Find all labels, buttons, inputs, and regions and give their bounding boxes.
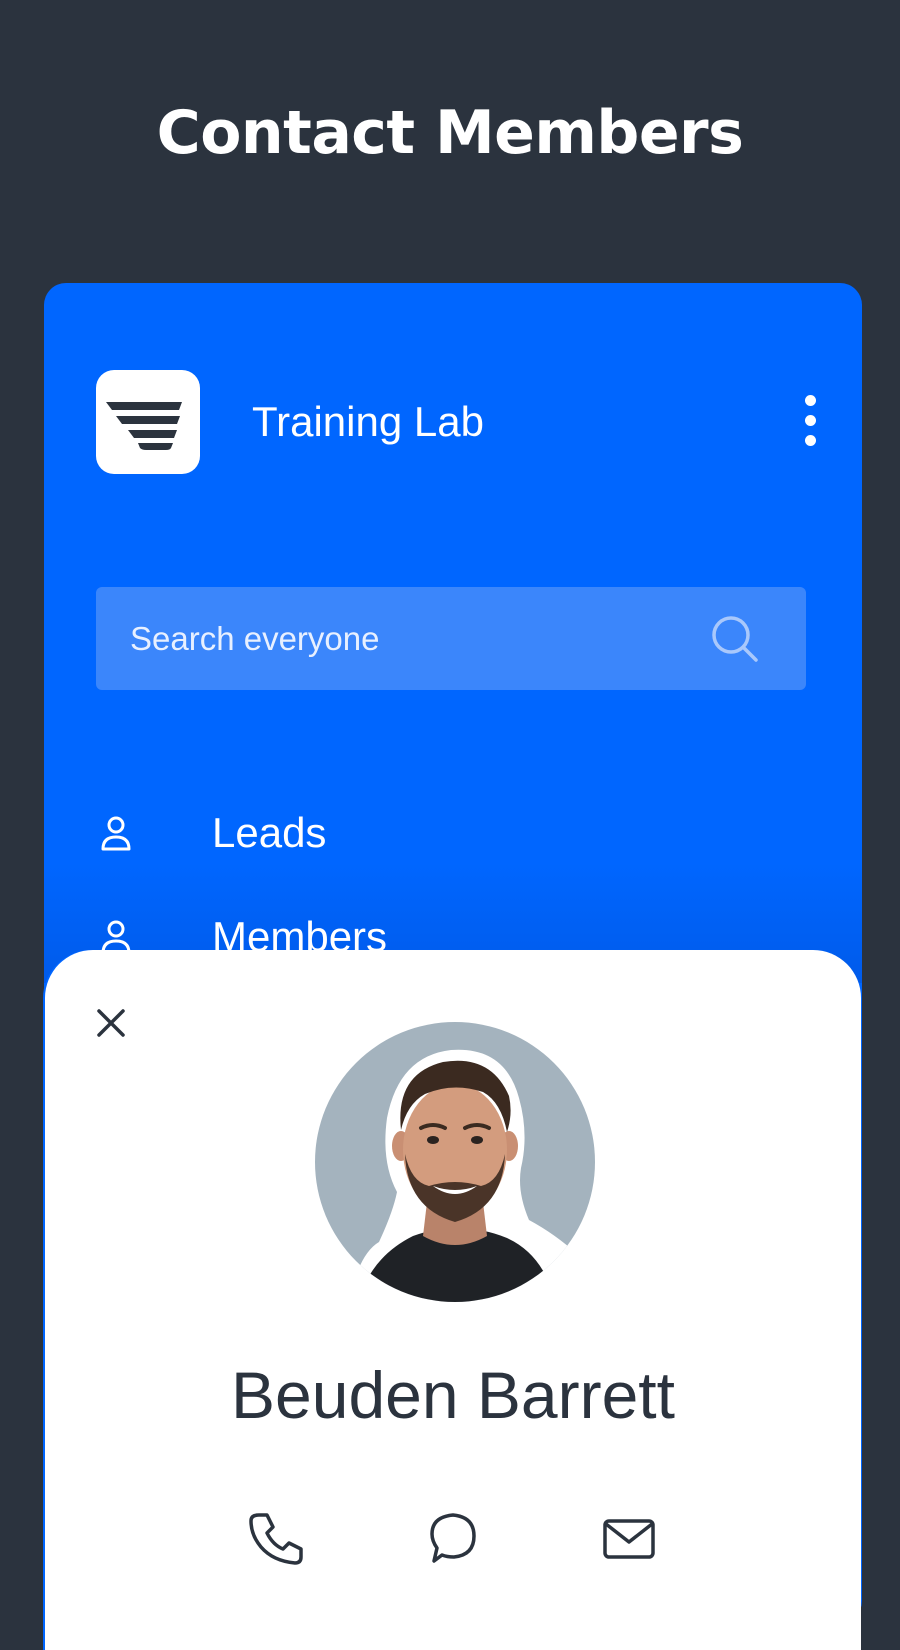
contact-sheet: Beuden Barrett — [45, 950, 861, 1650]
phone-icon — [249, 1513, 303, 1565]
person-icon — [101, 816, 131, 851]
nav-item-label: Leads — [212, 809, 327, 856]
email-button[interactable] — [598, 1507, 660, 1569]
organization-name: Training Lab — [252, 398, 484, 445]
contact-name: Beuden Barrett — [231, 1358, 675, 1432]
nav-item-leads[interactable]: Leads — [96, 803, 696, 863]
training-lab-logo-icon — [96, 370, 200, 474]
mail-icon — [603, 1519, 655, 1559]
more-vertical-icon[interactable] — [800, 395, 820, 447]
search-input[interactable] — [96, 587, 716, 690]
page-title: Contact Members — [156, 98, 744, 168]
call-button[interactable] — [245, 1507, 307, 1569]
chat-bubble-icon — [430, 1513, 476, 1563]
close-icon[interactable] — [91, 1003, 131, 1043]
search-bar — [96, 587, 806, 690]
message-button[interactable] — [422, 1507, 484, 1569]
search-icon[interactable] — [710, 614, 760, 664]
avatar — [315, 1022, 595, 1302]
